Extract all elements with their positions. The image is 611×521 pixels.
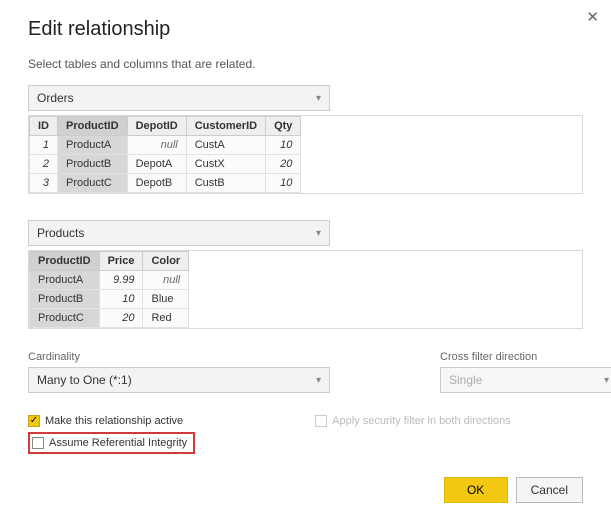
table-row: ProductA 9.99 null xyxy=(30,271,189,290)
ok-button[interactable]: OK xyxy=(444,477,508,503)
security-checkbox-label: Apply security filter in both directions xyxy=(332,415,511,427)
table-row: 1 ProductA null CustA 10 xyxy=(30,136,301,155)
table2-select-value: Products xyxy=(37,226,84,240)
referential-highlight: Assume Referential Integrity xyxy=(28,432,195,454)
active-checkbox-label: Make this relationship active xyxy=(45,415,183,427)
table-row: 2 ProductB DepotA CustX 20 xyxy=(30,155,301,174)
cardinality-value: Many to One (*:1) xyxy=(37,373,132,387)
checkbox-icon xyxy=(32,437,44,449)
chevron-down-icon: ▾ xyxy=(316,375,321,386)
table-row: ProductC 20 Red xyxy=(30,309,189,328)
table1-col-depotid[interactable]: DepotID xyxy=(127,117,186,136)
cardinality-label: Cardinality xyxy=(28,351,330,363)
crossfilter-value: Single xyxy=(449,373,482,387)
table-row: 3 ProductC DepotB CustB 10 xyxy=(30,174,301,193)
crossfilter-select: Single ▾ xyxy=(440,367,611,393)
table2-col-productid[interactable]: ProductID xyxy=(30,252,100,271)
checkbox-icon xyxy=(315,415,327,427)
chevron-down-icon: ▾ xyxy=(316,93,321,104)
table1-col-qty[interactable]: Qty xyxy=(266,117,301,136)
table1-col-customerid[interactable]: CustomerID xyxy=(186,117,265,136)
security-checkbox-row: Apply security filter in both directions xyxy=(315,415,511,427)
close-icon[interactable]: ✕ xyxy=(586,8,599,26)
chevron-down-icon: ▾ xyxy=(316,228,321,239)
chevron-down-icon: ▾ xyxy=(604,375,609,386)
table1-select[interactable]: Orders ▾ xyxy=(28,85,330,111)
table2-col-color[interactable]: Color xyxy=(143,252,189,271)
cancel-button[interactable]: Cancel xyxy=(516,477,583,503)
table1-col-id[interactable]: ID xyxy=(30,117,58,136)
table2-preview: ProductID Price Color ProductA 9.99 null… xyxy=(28,250,583,329)
table2-select[interactable]: Products ▾ xyxy=(28,220,330,246)
crossfilter-label: Cross filter direction xyxy=(440,351,611,363)
checkbox-icon: ✓ xyxy=(28,415,40,427)
table1-select-value: Orders xyxy=(37,91,74,105)
table1-preview: ID ProductID DepotID CustomerID Qty 1 Pr… xyxy=(28,115,583,194)
cardinality-select[interactable]: Many to One (*:1) ▾ xyxy=(28,367,330,393)
table-row: ProductB 10 Blue xyxy=(30,290,189,309)
dialog-title: Edit relationship xyxy=(28,18,583,41)
active-checkbox-row[interactable]: ✓ Make this relationship active xyxy=(28,415,195,427)
table1-col-productid[interactable]: ProductID xyxy=(58,117,128,136)
referential-checkbox-row[interactable]: Assume Referential Integrity xyxy=(32,437,187,449)
dialog-subtitle: Select tables and columns that are relat… xyxy=(28,57,583,71)
referential-checkbox-label: Assume Referential Integrity xyxy=(49,437,187,449)
table2-col-price[interactable]: Price xyxy=(99,252,143,271)
